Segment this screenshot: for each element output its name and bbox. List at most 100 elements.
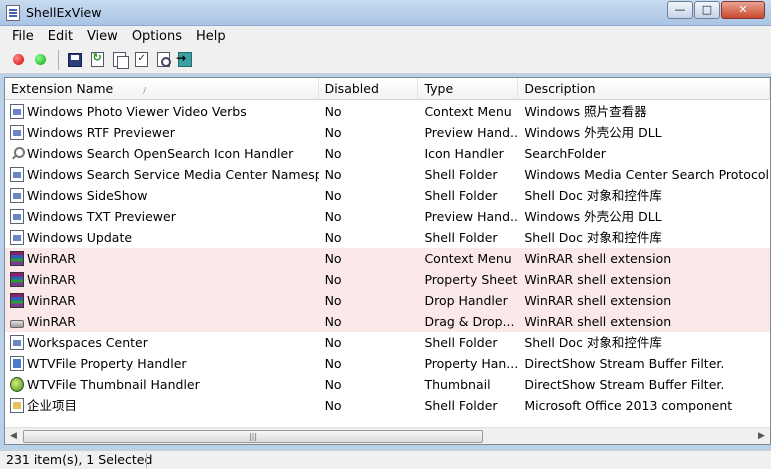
winrar-icon <box>10 272 24 287</box>
status-text: 231 item(s), 1 Selected <box>6 452 153 467</box>
list-row[interactable]: Windows Photo Viewer Video Verbs No Cont… <box>5 101 770 122</box>
list-row[interactable]: WTVFile Property Handler No Property Han… <box>5 353 770 374</box>
scroll-left-button[interactable]: ◀ <box>5 428 22 444</box>
scrollbar-thumb[interactable]: ||| <box>23 430 483 443</box>
list-row[interactable]: Windows TXT Previewer No Preview Hand...… <box>5 206 770 227</box>
toolbar <box>0 46 771 74</box>
column-header-extension-name[interactable]: Extension Name / <box>5 78 319 100</box>
list-row[interactable]: Workspaces Center No Shell Folder Shell … <box>5 332 770 353</box>
type-value: Property Han... <box>424 356 519 371</box>
close-button[interactable]: ✕ <box>721 1 765 19</box>
disabled-value: No <box>324 188 342 203</box>
list-header: Extension Name / Disabled Type Descriptio… <box>5 78 770 100</box>
properties-button[interactable] <box>131 50 151 70</box>
type-value: Drop Handler <box>424 293 508 308</box>
list-row-highlighted[interactable]: WinRAR No Drag & Drop... WinRAR shell ex… <box>5 311 770 332</box>
winrar-icon <box>10 293 24 308</box>
disabled-value: No <box>324 293 342 308</box>
extension-name: Windows Update <box>27 230 133 245</box>
horizontal-scrollbar[interactable]: ◀ ||| ▶ <box>5 427 770 444</box>
folder-doc-icon <box>10 398 24 413</box>
disable-selected-button[interactable] <box>8 50 28 70</box>
list-row-highlighted[interactable]: WinRAR No Context Menu WinRAR shell exte… <box>5 248 770 269</box>
disabled-value: No <box>324 104 342 119</box>
red-circle-icon <box>12 54 24 65</box>
menu-edit[interactable]: Edit <box>41 29 80 44</box>
type-value: Shell Folder <box>424 398 498 413</box>
type-value: Drag & Drop... <box>424 314 515 329</box>
description-value: Windows 外壳公用 DLL <box>524 209 662 224</box>
extension-name: Windows Photo Viewer Video Verbs <box>27 104 247 119</box>
column-header-disabled[interactable]: Disabled <box>319 78 419 100</box>
list-row-highlighted[interactable]: WinRAR No Property Sheet WinRAR shell ex… <box>5 269 770 290</box>
type-value: Preview Hand... <box>424 125 519 140</box>
toolbar-separator <box>58 49 59 70</box>
column-header-description[interactable]: Description <box>518 78 770 100</box>
description-value: WinRAR shell extension <box>524 272 672 287</box>
copy-button[interactable] <box>109 50 129 70</box>
column-header-type[interactable]: Type <box>418 78 519 100</box>
description-value: WinRAR shell extension <box>524 251 672 266</box>
list-row[interactable]: WTVFile Thumbnail Handler No Thumbnail D… <box>5 374 770 395</box>
disabled-value: No <box>324 146 342 161</box>
menu-help[interactable]: Help <box>189 29 233 44</box>
description-value: WinRAR shell extension <box>524 314 672 329</box>
menu-options[interactable]: Options <box>125 29 189 44</box>
app-icon <box>6 5 20 21</box>
disabled-value: No <box>324 167 342 182</box>
extensions-list[interactable]: Extension Name / Disabled Type Descriptio… <box>4 77 771 445</box>
type-value: Shell Folder <box>424 230 498 245</box>
type-value: Context Menu <box>424 104 512 119</box>
dll-icon <box>10 167 24 182</box>
dll-icon <box>10 188 24 203</box>
list-row[interactable]: Windows SideShow No Shell Folder Shell D… <box>5 185 770 206</box>
minimize-button[interactable]: — <box>667 1 693 19</box>
dll-icon <box>10 104 24 119</box>
menu-file[interactable]: File <box>5 29 41 44</box>
disabled-value: No <box>324 209 342 224</box>
dll-icon <box>10 230 24 245</box>
exit-icon <box>176 51 192 67</box>
extension-name: WinRAR <box>27 293 76 308</box>
maximize-button[interactable]: □ <box>694 1 720 19</box>
list-row[interactable]: 企业项目 No Shell Folder Microsoft Office 20… <box>5 395 770 416</box>
extension-name: Windows Search OpenSearch Icon Handler <box>27 146 294 161</box>
extension-name: WinRAR <box>27 251 76 266</box>
exit-button[interactable] <box>175 50 195 70</box>
disabled-value: No <box>324 125 342 140</box>
extension-name: WinRAR <box>27 272 76 287</box>
type-value: Preview Hand... <box>424 209 519 224</box>
description-value: Shell Doc 对象和控件库 <box>524 335 662 350</box>
menu-view[interactable]: View <box>80 29 125 44</box>
menu-bar: File Edit View Options Help <box>0 26 771 46</box>
list-row[interactable]: Windows RTF Previewer No Preview Hand...… <box>5 122 770 143</box>
disabled-value: No <box>324 230 342 245</box>
extension-name: WTVFile Thumbnail Handler <box>27 377 200 392</box>
refresh-button[interactable] <box>87 50 107 70</box>
extension-name: Windows RTF Previewer <box>27 125 175 140</box>
extension-name: Workspaces Center <box>27 335 148 350</box>
type-value: Context Menu <box>424 251 512 266</box>
dll-icon <box>10 209 24 224</box>
search-icon <box>10 146 25 161</box>
description-value: Windows 照片查看器 <box>524 104 647 119</box>
list-row[interactable]: Windows Search OpenSearch Icon Handler N… <box>5 143 770 164</box>
scroll-right-button[interactable]: ▶ <box>753 428 770 444</box>
find-button[interactable] <box>153 50 173 70</box>
description-value: DirectShow Stream Buffer Filter. <box>524 377 725 392</box>
description-value: Windows 外壳公用 DLL <box>524 125 662 140</box>
type-value: Icon Handler <box>424 146 504 161</box>
description-value: WinRAR shell extension <box>524 293 672 308</box>
save-button[interactable] <box>65 50 85 70</box>
disabled-value: No <box>324 272 342 287</box>
enable-selected-button[interactable] <box>30 50 50 70</box>
find-icon <box>156 52 171 67</box>
copy-icon <box>112 52 129 69</box>
extension-name: Windows SideShow <box>27 188 148 203</box>
list-row[interactable]: Windows Update No Shell Folder Shell Doc… <box>5 227 770 248</box>
disabled-value: No <box>324 377 342 392</box>
list-row-highlighted[interactable]: WinRAR No Drop Handler WinRAR shell exte… <box>5 290 770 311</box>
list-row[interactable]: Windows Search Service Media Center Name… <box>5 164 770 185</box>
dll-icon <box>10 125 24 140</box>
type-value: Property Sheet <box>424 272 518 287</box>
